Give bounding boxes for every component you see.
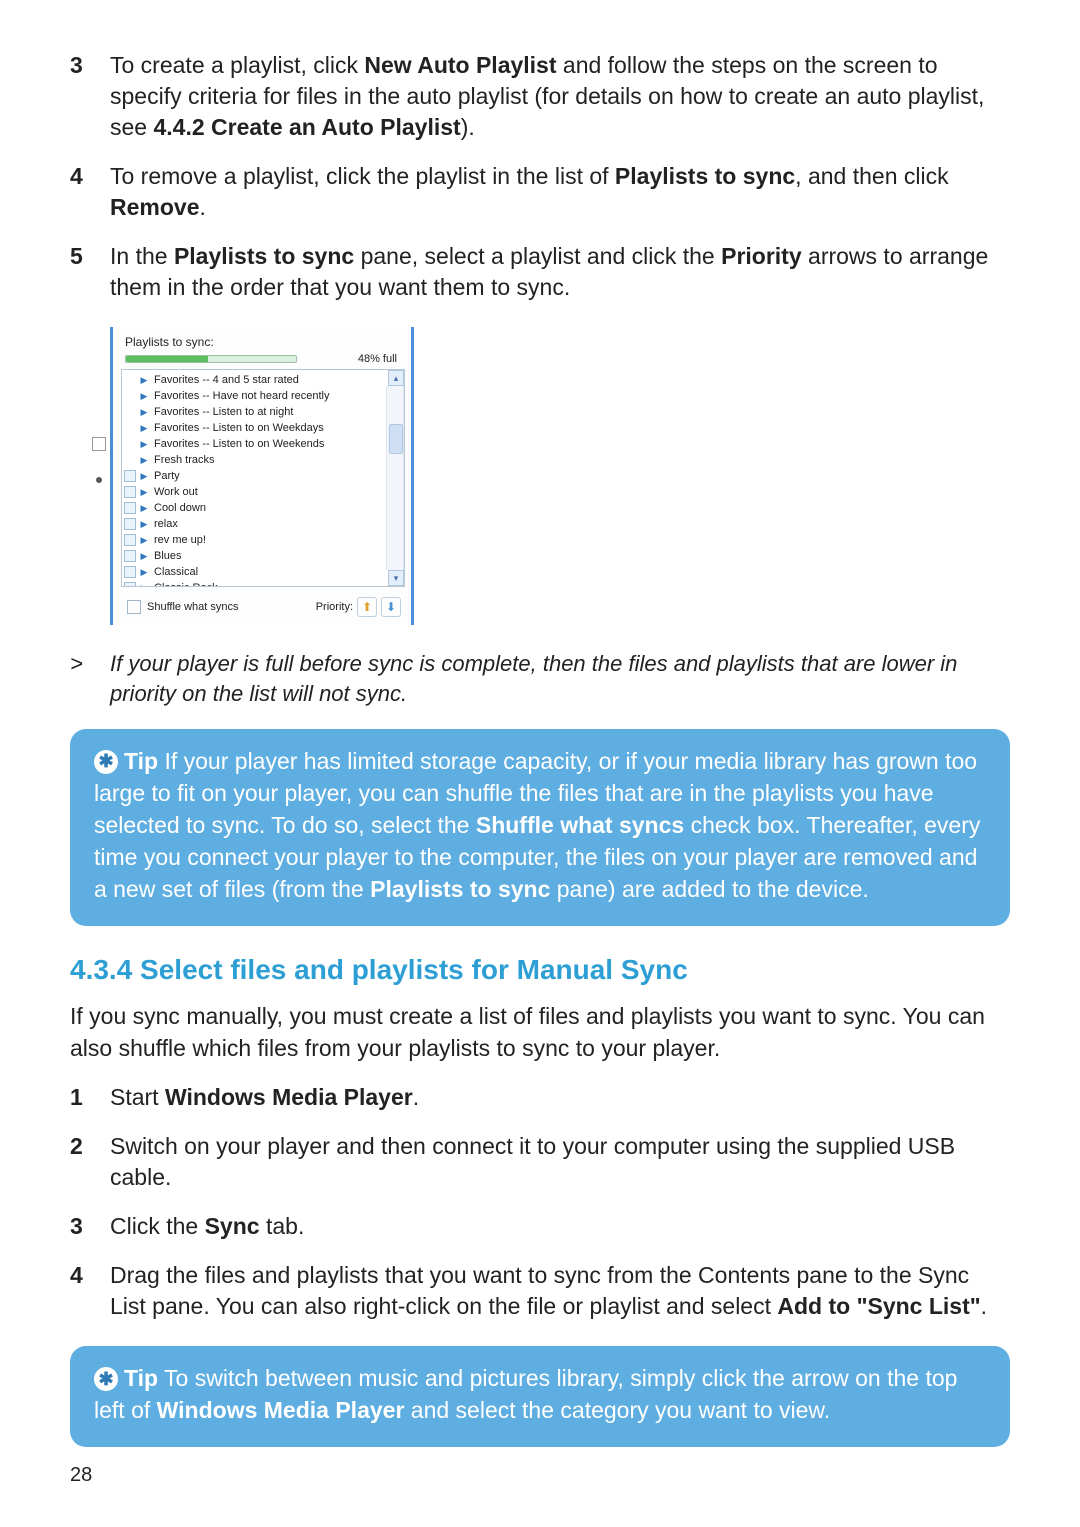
shuffle-label: Shuffle what syncs: [147, 601, 239, 613]
priority-down-button[interactable]: ⬇: [381, 597, 401, 617]
play-arrow-icon: ▶: [140, 404, 148, 420]
playlist-item[interactable]: ▶ Work out: [124, 484, 386, 500]
storage-percent: 48% full: [358, 353, 397, 365]
storage-bar: [125, 355, 297, 363]
scroll-up-button[interactable]: ▴: [388, 370, 404, 386]
playlist-item-label: Favorites -- Listen to at night: [154, 404, 293, 420]
intro-4-3-4: If you sync manually, you must create a …: [70, 1000, 1010, 1064]
playlist-item[interactable]: ▶ Classic Rock: [124, 580, 386, 587]
tip-shuffle: ✱Tip If your player has limited storage …: [70, 729, 1010, 926]
play-arrow-icon: ▶: [140, 484, 148, 500]
play-arrow-icon: ▶: [140, 372, 148, 388]
playlist-item[interactable]: ▶ Favorites -- Listen to on Weekdays: [124, 420, 386, 436]
playlist-item[interactable]: ▶ Favorites -- Listen to on Weekends: [124, 436, 386, 452]
playlist-item[interactable]: ▶ Blues: [124, 548, 386, 564]
playlist-item-label: Party: [154, 468, 180, 484]
playlist-item-label: Work out: [154, 484, 198, 500]
priority-label: Priority:: [316, 601, 353, 613]
playlist-item[interactable]: ▶ relax: [124, 516, 386, 532]
playlist-type-icon: [124, 518, 136, 530]
shuffle-checkbox[interactable]: [127, 600, 141, 614]
playlist-item[interactable]: ▶ Favorites -- Listen to at night: [124, 404, 386, 420]
step-b3: Click the Sync tab.: [70, 1211, 1010, 1242]
play-arrow-icon: ▶: [140, 388, 148, 404]
play-arrow-icon: ▶: [140, 468, 148, 484]
step-5: In the Playlists to sync pane, select a …: [70, 241, 1010, 303]
heading-4-3-4: 4.3.4 Select files and playlists for Man…: [70, 954, 1010, 986]
step-b2: Switch on your player and then connect i…: [70, 1131, 1010, 1193]
steps-list-b: Start Windows Media Player. Switch on yo…: [70, 1082, 1010, 1322]
clipboard-dot-icon: [96, 477, 102, 483]
playlist-item[interactable]: ▶ rev me up!: [124, 532, 386, 548]
steps-list-a: To create a playlist, click New Auto Pla…: [70, 50, 1010, 303]
panel-title: Playlists to sync:: [121, 335, 407, 349]
playlist-item-label: Classical: [154, 564, 198, 580]
playlist-item-label: Favorites -- Listen to on Weekends: [154, 436, 324, 452]
playlist-item-label: Classic Rock: [154, 580, 218, 587]
play-arrow-icon: ▶: [140, 548, 148, 564]
playlist-item[interactable]: ▶ Cool down: [124, 500, 386, 516]
playlist-type-icon: [124, 486, 136, 498]
scroll-thumb[interactable]: [389, 424, 403, 454]
play-arrow-icon: ▶: [140, 452, 148, 468]
play-arrow-icon: ▶: [140, 436, 148, 452]
step-b4: Drag the files and playlists that you wa…: [70, 1260, 1010, 1322]
playlist-item[interactable]: ▶ Favorites -- 4 and 5 star rated: [124, 372, 386, 388]
playlist-item-label: Cool down: [154, 500, 206, 516]
page-number: 28: [70, 1464, 92, 1487]
step-4: To remove a playlist, click the playlist…: [70, 161, 1010, 223]
tip-icon: ✱: [94, 750, 118, 774]
scroll-down-button[interactable]: ▾: [388, 570, 404, 586]
playlist-item-label: Favorites -- Listen to on Weekdays: [154, 420, 324, 436]
playlist-type-icon: [124, 534, 136, 546]
playlist-item[interactable]: ▶ Fresh tracks: [124, 452, 386, 468]
scroll-track[interactable]: [386, 386, 404, 570]
step-b1: Start Windows Media Player.: [70, 1082, 1010, 1113]
playlist-item-label: relax: [154, 516, 178, 532]
play-arrow-icon: ▶: [140, 516, 148, 532]
priority-up-button[interactable]: ⬆: [357, 597, 377, 617]
playlist-item-label: Favorites -- Have not heard recently: [154, 388, 329, 404]
playlist-type-icon: [124, 582, 136, 587]
step-3: To create a playlist, click New Auto Pla…: [70, 50, 1010, 143]
playlist-listbox[interactable]: ▴ ▾ ▶ Favorites -- 4 and 5 star rated ▶ Fav…: [121, 369, 405, 587]
clipboard-box-icon: [92, 437, 106, 451]
playlist-type-icon: [124, 550, 136, 562]
play-arrow-icon: ▶: [140, 532, 148, 548]
play-arrow-icon: ▶: [140, 580, 148, 587]
playlist-item-label: rev me up!: [154, 532, 206, 548]
tip-switch-library: ✱Tip To switch between music and picture…: [70, 1346, 1010, 1446]
play-arrow-icon: ▶: [140, 500, 148, 516]
playlist-item[interactable]: ▶ Party: [124, 468, 386, 484]
play-arrow-icon: ▶: [140, 420, 148, 436]
playlists-to-sync-screenshot: Playlists to sync: 48% full ▴ ▾ ▶ Favorit…: [110, 327, 1010, 625]
playlist-item[interactable]: ▶ Favorites -- Have not heard recently: [124, 388, 386, 404]
play-arrow-icon: ▶: [140, 564, 148, 580]
playlist-item[interactable]: ▶ Classical: [124, 564, 386, 580]
playlist-item-label: Favorites -- 4 and 5 star rated: [154, 372, 299, 388]
playlist-type-icon: [124, 566, 136, 578]
playlist-type-icon: [124, 502, 136, 514]
tip-icon: ✱: [94, 1367, 118, 1391]
playlist-item-label: Blues: [154, 548, 182, 564]
note-priority: > If your player is full before sync is …: [70, 649, 1010, 708]
playlist-item-label: Fresh tracks: [154, 452, 215, 468]
playlist-type-icon: [124, 470, 136, 482]
